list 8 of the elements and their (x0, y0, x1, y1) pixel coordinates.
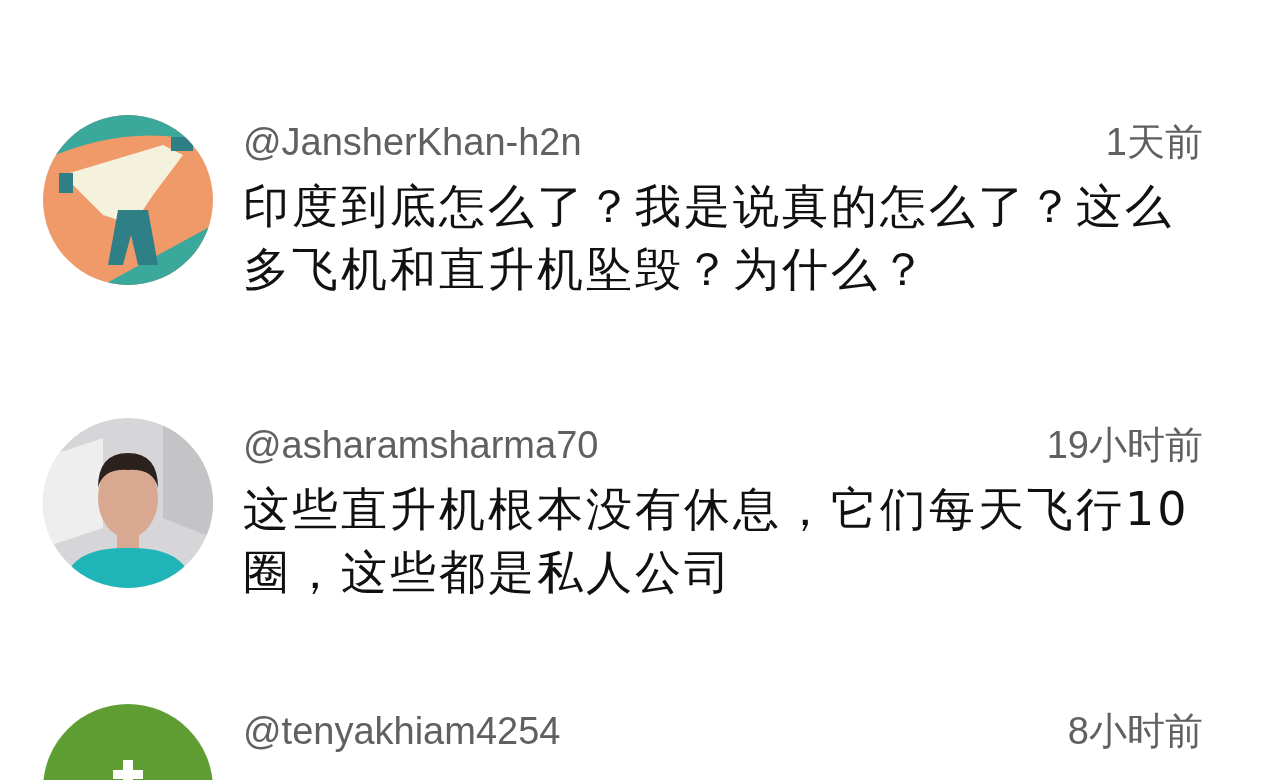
comment-text: 印度到底怎么了？我是说真的怎么了？这么多飞机和直升机坠毁？为什么？ (243, 178, 1175, 298)
comment-text: 这些直升机根本没有休息，它们每天飞行10圈，这些都是私人公司 (243, 481, 1191, 601)
comment-time: 19小时前 (1046, 422, 1203, 468)
comment-time: 1天前 (1105, 119, 1203, 165)
comment-author[interactable]: @JansherKhan-h2n (243, 120, 582, 164)
comment-author[interactable]: @asharamsharma70 (243, 423, 599, 467)
comment-time: 8小时前 (1067, 708, 1203, 754)
comment-author[interactable]: @tenyakhiam4254 (243, 709, 561, 753)
